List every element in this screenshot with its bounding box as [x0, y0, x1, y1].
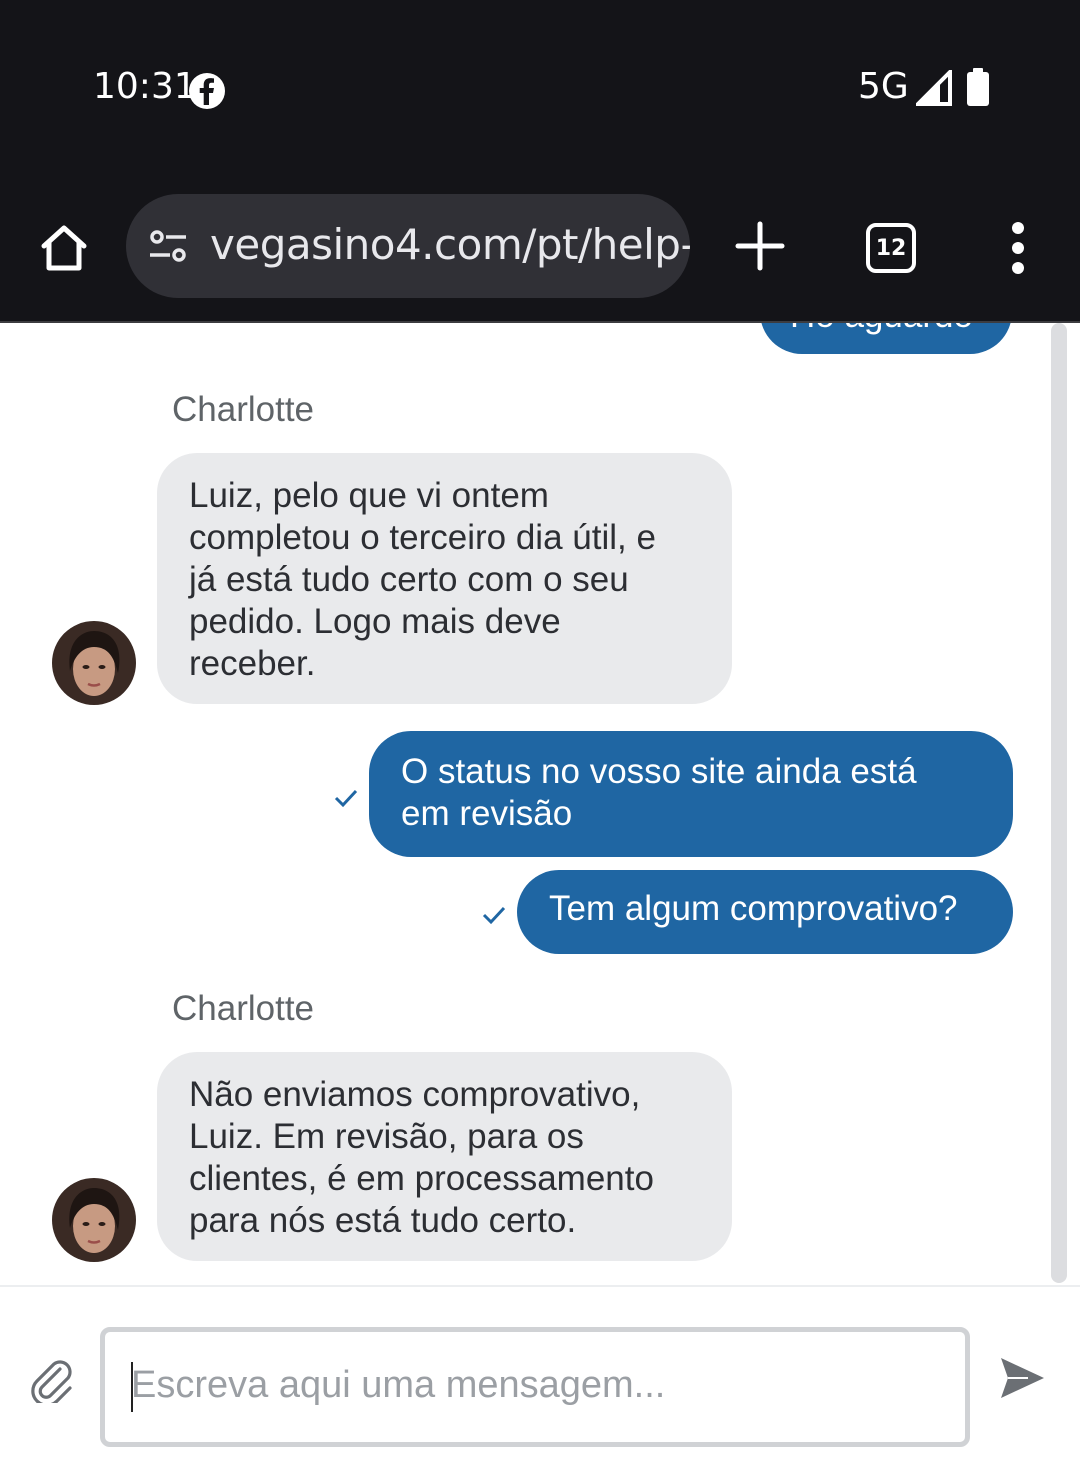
message-line: em revisão — [401, 794, 573, 833]
message-input-placeholder: Escreva aqui uma mensagem... — [131, 1364, 666, 1406]
message-line: receber. — [189, 644, 316, 683]
message-line: pedido. Logo mais deve — [189, 602, 561, 641]
home-icon — [41, 225, 87, 271]
message-line: Luiz, pelo que vi ontem — [189, 476, 549, 515]
message-outgoing: O status no vosso site ainda está em rev… — [369, 731, 1013, 857]
avatar — [52, 1178, 136, 1262]
battery-icon — [967, 68, 989, 106]
message-incoming: Não enviamos comprovativo, Luiz. Em revi… — [157, 1052, 732, 1261]
network-type: 5G — [858, 66, 909, 107]
plus-icon[interactable] — [734, 220, 786, 272]
tabs-icon[interactable]: 12 — [866, 223, 916, 273]
message-line: clientes, é em processamento — [189, 1159, 654, 1198]
message-line: O status no vosso site ainda está — [401, 752, 917, 791]
sender-name: Charlotte — [172, 390, 315, 429]
signal-icon — [916, 70, 952, 106]
message-text: Ho aguardo — [790, 323, 973, 337]
scrollbar[interactable] — [1051, 323, 1067, 1283]
home-button[interactable] — [36, 220, 92, 276]
message-line: Tem algum comprovativo? — [549, 889, 958, 928]
message-line: completou o terceiro dia útil, e — [189, 518, 656, 557]
message-line: Luiz. Em revisão, para os — [189, 1117, 584, 1156]
sent-check-icon — [482, 906, 506, 925]
message-outgoing-partial: Ho aguardo — [760, 323, 1012, 354]
url-text[interactable]: vegasino4.com/pt/help-c — [210, 220, 690, 269]
avatar — [52, 621, 136, 705]
site-settings-icon[interactable] — [148, 228, 188, 264]
send-icon[interactable] — [998, 1355, 1046, 1401]
message-input[interactable]: Escreva aqui uma mensagem... — [100, 1327, 970, 1447]
chat-messages[interactable]: Ho aguardo Charlotte Luiz, pelo que vi o… — [0, 323, 1080, 1283]
status-bar: 10:31 5G — [0, 0, 1080, 180]
facebook-notification-icon — [189, 73, 225, 109]
clock: 10:31 — [93, 66, 197, 107]
message-composer: Escreva aqui uma mensagem... — [0, 1285, 1080, 1463]
message-incoming: Luiz, pelo que vi ontem completou o terc… — [157, 453, 732, 704]
message-line: Não enviamos comprovativo, — [189, 1075, 641, 1114]
sender-name: Charlotte — [172, 989, 315, 1028]
message-line: já está tudo certo com o seu — [189, 560, 629, 599]
message-line: para nós está tudo certo. — [189, 1201, 577, 1240]
browser-toolbar: vegasino4.com/pt/help-c 12 — [0, 180, 1080, 323]
message-outgoing: Tem algum comprovativo? — [517, 870, 1013, 954]
sent-check-icon — [334, 789, 358, 808]
address-bar[interactable]: vegasino4.com/pt/help-c — [126, 194, 690, 298]
paperclip-icon[interactable] — [30, 1357, 74, 1403]
more-vert-icon[interactable] — [1000, 220, 1036, 276]
